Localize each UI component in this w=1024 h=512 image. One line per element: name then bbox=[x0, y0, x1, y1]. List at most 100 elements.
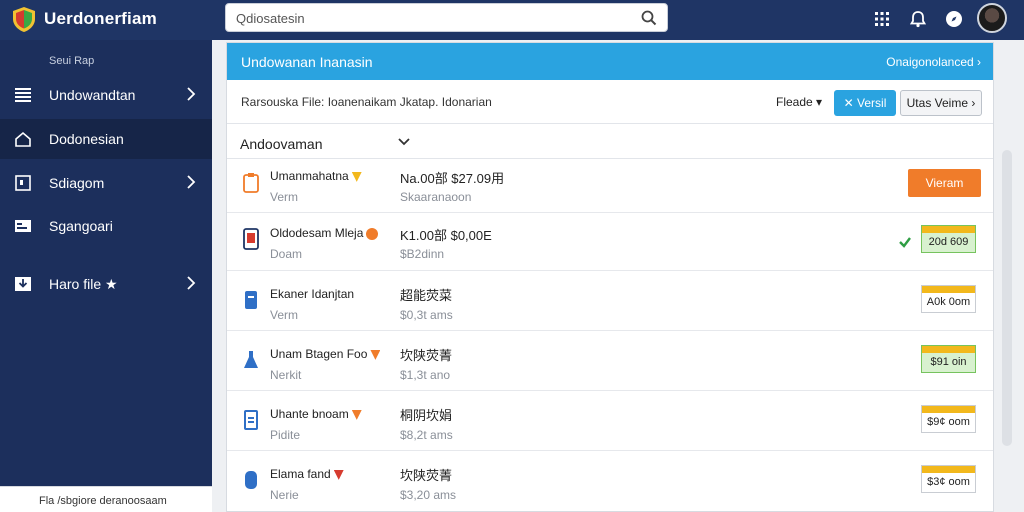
apps-grid-icon[interactable] bbox=[872, 9, 892, 29]
top-bar: Uerdonerfiam Qdiosatesin bbox=[0, 0, 1024, 40]
file-icon bbox=[245, 291, 257, 309]
item-sub: Doam bbox=[270, 247, 303, 261]
filter-dropdown[interactable]: Fleade ▾ bbox=[776, 95, 822, 109]
badge-value: $91 oin bbox=[930, 356, 967, 368]
item-name: Elama fand bbox=[270, 467, 344, 481]
app-title: Uerdonerfiam bbox=[44, 9, 157, 28]
tag-icon bbox=[351, 409, 362, 420]
value-badge[interactable]: $9¢ oom bbox=[921, 405, 976, 433]
flask-icon bbox=[244, 351, 258, 368]
sidebar-item-label: Haro file ★ bbox=[49, 276, 118, 292]
list-item[interactable]: Unam Btagen Foo Nerkit 坎陕荧菁 $1,3t ano $9… bbox=[227, 331, 993, 391]
chevron-right-icon bbox=[187, 276, 196, 290]
item-sub: Nerkit bbox=[270, 368, 302, 382]
list-item[interactable]: Oldodesam Mleja Doam K1.00部 $0,00E $B2di… bbox=[227, 213, 993, 271]
badge-strip bbox=[922, 346, 975, 353]
list-item[interactable]: Ekaner Idanjtan Verm 超能荧菜 $0,3t ams A0k … bbox=[227, 271, 993, 331]
file-bar: Rarsouska File: Ioanenaikam Jkatap. Idon… bbox=[227, 80, 993, 124]
sidebar: Seui Rap Undowandtan Dodonesian Sdiagom … bbox=[0, 40, 212, 486]
sidebar-item-label: Sdiagom bbox=[49, 175, 105, 191]
value-badge[interactable]: 20d 609 bbox=[921, 225, 976, 253]
chevron-down-icon[interactable] bbox=[398, 137, 410, 147]
document-icon bbox=[244, 410, 258, 430]
secondary-button[interactable]: Utas Veime › bbox=[900, 90, 982, 116]
value-badge[interactable]: $3¢ oom bbox=[921, 465, 976, 493]
item-meta: $0,3t ams bbox=[400, 308, 453, 322]
badge-strip bbox=[922, 406, 975, 413]
item-price: 桐阴坎娟 bbox=[400, 408, 453, 423]
scrollbar[interactable] bbox=[1002, 150, 1012, 446]
chevron-right-icon bbox=[187, 175, 196, 189]
item-sub: Pidite bbox=[270, 428, 301, 442]
badge-value: A0k 0om bbox=[926, 296, 971, 308]
item-price: Na.00部 $27.09用 bbox=[400, 171, 505, 186]
sidebar-item-3[interactable]: Sdiagom bbox=[0, 163, 212, 203]
sidebar-item-label: Sgangoari bbox=[49, 218, 113, 234]
panel-header: Undowanan Inanasin Onaigonolanced › bbox=[227, 43, 993, 80]
item-meta: $3,20 ams bbox=[400, 488, 457, 502]
shield-logo-icon bbox=[13, 7, 35, 32]
item-sub: Verm bbox=[270, 308, 299, 322]
bell-icon[interactable] bbox=[908, 9, 928, 29]
item-price: 坎陕荧菁 bbox=[400, 468, 453, 483]
panel-title: Undowanan Inanasin bbox=[241, 54, 373, 70]
main-panel: Undowanan Inanasin Onaigonolanced › Rars… bbox=[226, 42, 994, 512]
value-badge[interactable]: A0k 0om bbox=[921, 285, 976, 313]
item-meta: $1,3t ano bbox=[400, 368, 451, 382]
sidebar-footer-text: Fla /sbgiore deranoosaam bbox=[39, 495, 167, 507]
chevron-right-icon bbox=[187, 87, 196, 101]
box-icon bbox=[15, 175, 31, 191]
sidebar-item-label: Undowandtan bbox=[49, 87, 136, 103]
sidebar-item-2[interactable]: Dodonesian bbox=[0, 119, 212, 159]
clipboard-icon bbox=[243, 173, 259, 193]
item-meta: Skaaranaoon bbox=[400, 190, 472, 204]
tablet-icon bbox=[243, 228, 259, 250]
list-item[interactable]: Elama fand Nerie 坎陕荧菁 $3,20 ams $3¢ oom bbox=[227, 451, 993, 511]
group-label: Andoovaman bbox=[240, 136, 323, 152]
sidebar-footer: Fla /sbgiore deranoosaam bbox=[0, 486, 212, 512]
view-button[interactable]: Vieram bbox=[908, 169, 981, 197]
badge-strip bbox=[922, 286, 975, 293]
avatar[interactable] bbox=[977, 3, 1007, 33]
item-sub: Verm bbox=[270, 190, 299, 204]
alert-icon bbox=[366, 227, 379, 240]
tag-icon bbox=[333, 469, 344, 480]
badge-value: $3¢ oom bbox=[927, 476, 970, 488]
item-name: Ekaner Idanjtan bbox=[270, 287, 355, 301]
home-icon bbox=[15, 131, 31, 147]
sidebar-item-5[interactable]: Haro file ★ bbox=[0, 264, 212, 304]
group-header[interactable]: Andoovaman bbox=[227, 124, 993, 159]
download-icon bbox=[15, 277, 31, 291]
panel-header-link[interactable]: Onaigonolanced › bbox=[886, 55, 981, 69]
item-name: Uhante bnoam bbox=[270, 407, 362, 421]
badge-value: 20d 609 bbox=[928, 236, 969, 248]
item-meta: $8,2t ams bbox=[400, 428, 453, 442]
search-input[interactable]: Qdiosatesin bbox=[236, 11, 305, 26]
card-icon bbox=[15, 220, 31, 232]
check-icon bbox=[899, 237, 911, 248]
sidebar-item-4[interactable]: Sgangoari bbox=[0, 206, 212, 246]
item-sub: Nerie bbox=[270, 488, 299, 502]
item-name: Unam Btagen Foo bbox=[270, 347, 381, 361]
list-item[interactable]: Uhante bnoam Pidite 桐阴坎娟 $8,2t ams $9¢ o… bbox=[227, 391, 993, 451]
file-label: Rarsouska File: Ioanenaikam Jkatap. Idon… bbox=[241, 95, 492, 109]
sidebar-section-title: Seui Rap bbox=[49, 55, 95, 67]
badge-strip bbox=[922, 226, 975, 233]
search-box[interactable]: Qdiosatesin bbox=[225, 3, 668, 32]
item-price: 坎陕荧菁 bbox=[400, 348, 453, 363]
list-icon bbox=[15, 88, 31, 102]
version-button[interactable]: ✕ Versil bbox=[834, 90, 896, 116]
list-item[interactable]: Umanmahatna Verm Na.00部 $27.09用 Skaarana… bbox=[227, 159, 993, 213]
item-name: Umanmahatna bbox=[270, 169, 362, 183]
sidebar-item-1[interactable]: Undowandtan bbox=[0, 75, 212, 115]
badge-strip bbox=[922, 466, 975, 473]
cylinder-icon bbox=[245, 471, 257, 489]
compass-icon[interactable] bbox=[944, 9, 964, 29]
item-meta: $B2dinn bbox=[400, 247, 445, 261]
sidebar-item-label: Dodonesian bbox=[49, 131, 124, 147]
item-name: Oldodesam Mleja bbox=[270, 226, 379, 240]
badge-value: $9¢ oom bbox=[927, 416, 970, 428]
search-icon[interactable] bbox=[641, 10, 657, 26]
value-badge[interactable]: $91 oin bbox=[921, 345, 976, 373]
tag-icon bbox=[370, 349, 381, 360]
